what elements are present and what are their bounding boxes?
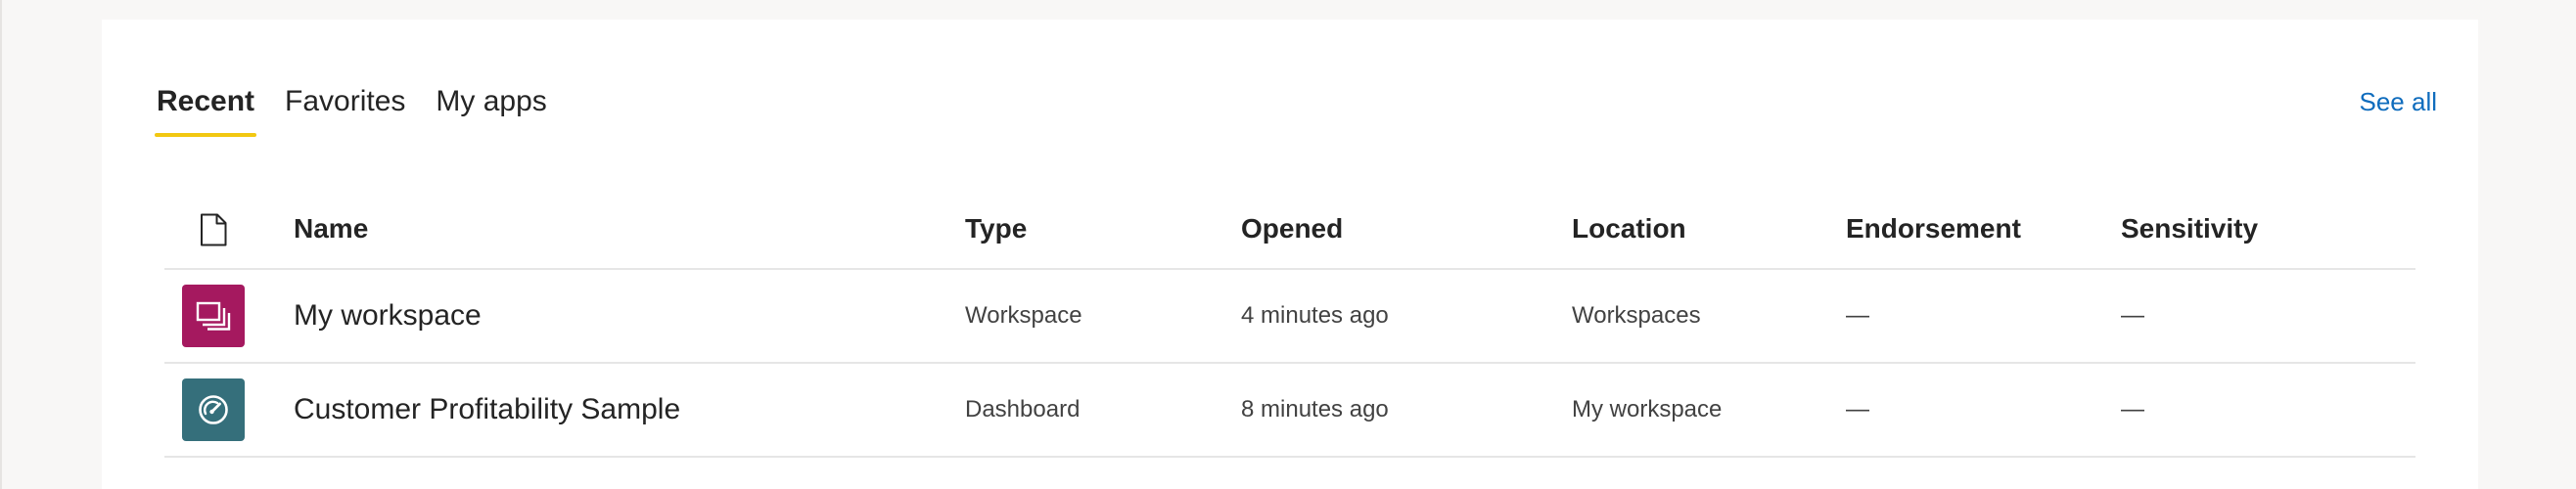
column-header-location[interactable]: Location (1572, 194, 1686, 244)
item-location: My workspace (1572, 396, 1723, 422)
table-row[interactable]: My workspace Workspace 4 minutes ago Wor… (164, 270, 2415, 364)
item-endorsement: — (1846, 302, 1869, 329)
column-header-name[interactable]: Name (294, 194, 368, 244)
table-header: Name Type Opened Location Endorsement Se… (164, 194, 2415, 270)
item-name-link[interactable]: My workspace (294, 270, 482, 362)
workspace-icon (196, 301, 231, 331)
item-location: Workspaces (1572, 302, 1701, 329)
item-name-link[interactable]: Customer Profitability Sample (294, 364, 680, 456)
item-type: Workspace (965, 302, 1082, 329)
tab-favorites[interactable]: Favorites (283, 78, 407, 137)
item-opened: 4 minutes ago (1241, 302, 1389, 329)
item-sensitivity: — (2121, 396, 2144, 422)
recent-items-card: Recent Favorites My apps See all Name Ty… (102, 20, 2478, 489)
tab-list: Recent Favorites My apps (155, 78, 575, 137)
column-header-type[interactable]: Type (965, 194, 1027, 244)
workspace-tile (182, 285, 245, 347)
item-icon-cell (164, 364, 262, 456)
recent-items-table: Name Type Opened Location Endorsement Se… (164, 194, 2415, 458)
item-sensitivity: — (2121, 302, 2144, 329)
tab-my-apps[interactable]: My apps (434, 78, 548, 137)
column-header-opened[interactable]: Opened (1241, 194, 1343, 244)
item-opened: 8 minutes ago (1241, 396, 1389, 422)
column-header-endorsement[interactable]: Endorsement (1846, 194, 2021, 244)
item-icon-cell (164, 270, 262, 362)
table-row[interactable]: Customer Profitability Sample Dashboard … (164, 364, 2415, 458)
document-icon (201, 213, 227, 246)
item-type: Dashboard (965, 396, 1081, 422)
dashboard-icon (199, 395, 228, 424)
left-divider (0, 0, 2, 489)
see-all-link[interactable]: See all (2360, 78, 2438, 125)
column-header-sensitivity[interactable]: Sensitivity (2121, 194, 2258, 244)
type-column-header[interactable] (164, 194, 262, 246)
dashboard-tile (182, 378, 245, 441)
item-endorsement: — (1846, 396, 1869, 422)
tab-recent[interactable]: Recent (155, 78, 257, 137)
